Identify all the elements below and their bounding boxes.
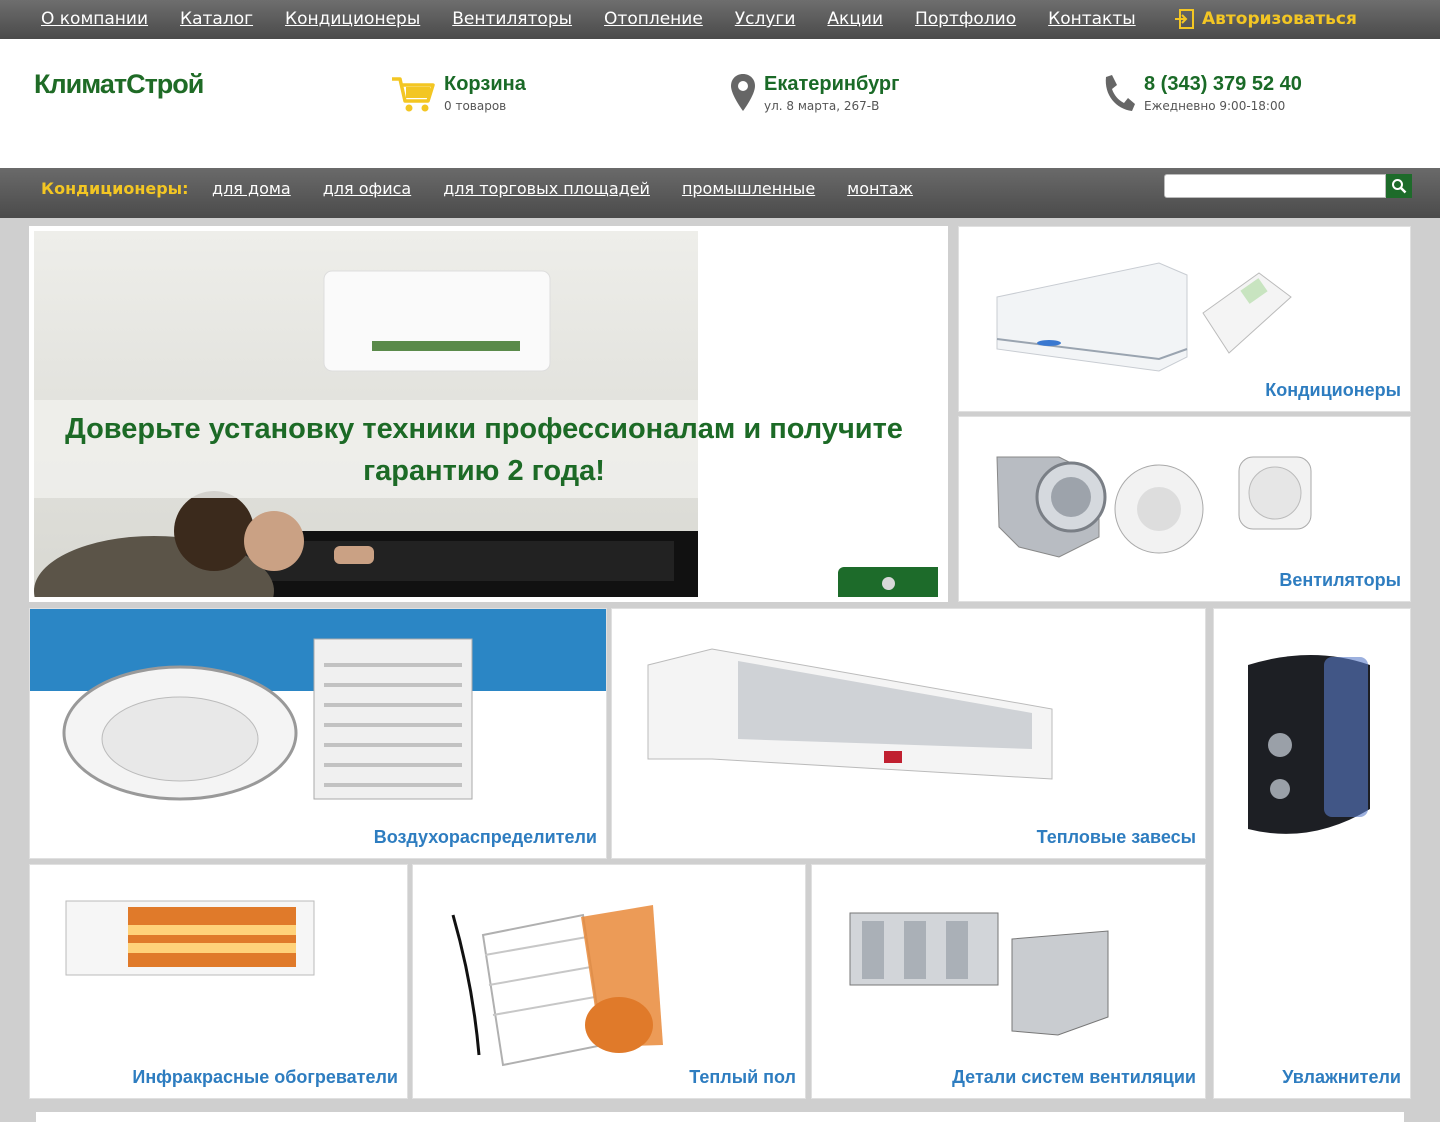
site-header: КлиматСтрой Корзина 0 товаров Екатеринбу… [0,39,1440,168]
address: ул. 8 марта, 267-В [764,99,880,113]
search-form [1164,174,1412,198]
working-hours: Ежедневно 9:00-18:00 [1144,99,1286,113]
top-bar: О компании Каталог Кондиционеры Вентилят… [0,0,1440,39]
top-nav: О компании Каталог Кондиционеры Вентилят… [41,9,1136,29]
topnav-heating[interactable]: Отопление [604,9,703,29]
tile-label-fans: Вентиляторы [1279,570,1401,590]
topnav-fans[interactable]: Вентиляторы [452,9,572,29]
search-button[interactable] [1386,174,1412,198]
cart-title: Корзина [444,73,526,95]
search-icon [1392,179,1407,194]
slider-pagination [838,567,938,597]
tile-infrared-heaters[interactable]: Инфракрасные обогреватели [29,864,408,1099]
tile-conditioners[interactable]: Кондиционеры [958,226,1411,412]
infrared-heater-image [65,900,315,976]
city-name: Екатеринбург [764,73,900,95]
promo-slider[interactable]: Доверьте установку техники профессионала… [29,226,948,602]
location-block: Екатеринбург ул. 8 марта, 267-В [730,73,899,113]
tile-label-heat-curtains: Тепловые завесы [1036,827,1196,847]
tile-label-warm-floor: Теплый пол [689,1067,796,1087]
topnav-about[interactable]: О компании [41,9,148,29]
tile-label-humidifiers: Увлажнители [1282,1067,1401,1087]
humidifier-image [1248,655,1370,834]
topnav-portfolio[interactable]: Портфолио [915,9,1016,29]
login-label: Авторизоваться [1202,9,1357,29]
slider-dot[interactable] [882,577,895,590]
phone-number[interactable]: 8 (343) 379 52 40 [1144,73,1302,96]
topnav-catalog[interactable]: Каталог [180,9,253,29]
cart-icon [392,77,435,112]
logo[interactable]: КлиматСтрой [34,69,204,100]
bottom-strip [36,1112,1404,1122]
heat-curtain-image [647,648,1053,780]
subnav-links: для дома для офиса для торговых площадей… [212,179,913,198]
search-input[interactable] [1164,174,1386,198]
phone-block: 8 (343) 379 52 40 Ежедневно 9:00-18:00 [1100,73,1302,113]
tile-label-ventilation-parts: Детали систем вентиляции [952,1067,1196,1087]
ventilation-parts-image [849,912,1109,1036]
tile-label-infrared-heaters: Инфракрасные обогреватели [132,1067,398,1087]
phone-icon [1105,75,1135,111]
tile-heat-curtains[interactable]: Тепловые завесы [611,608,1206,859]
cart-count: 0 товаров [444,99,507,113]
subnav-home[interactable]: для дома [212,179,291,198]
air-distributors-image [30,609,606,801]
topnav-conditioners[interactable]: Кондиционеры [285,9,420,29]
subnav-industrial[interactable]: промышленные [682,179,815,198]
tile-label-conditioners: Кондиционеры [1265,380,1401,400]
login-icon [1175,9,1194,29]
topnav-contacts[interactable]: Контакты [1048,9,1136,29]
tile-warm-floor[interactable]: Теплый пол [412,864,806,1099]
login-link[interactable]: Авторизоваться [1174,8,1357,30]
slide-caption: Доверьте установку техники профессионала… [65,413,903,487]
location-pin-icon [731,74,755,111]
topnav-services[interactable]: Услуги [735,9,796,29]
warm-floor-image [451,905,663,1067]
tile-air-distributors[interactable]: Воздухораспределители [29,608,607,859]
tile-label-air-distributors: Воздухораспределители [373,827,597,847]
tile-ventilation-parts[interactable]: Детали систем вентиляции [811,864,1206,1099]
subnav-lead: Кондиционеры: [41,179,189,198]
tile-fans[interactable]: Вентиляторы [958,416,1411,602]
subnav-installation[interactable]: монтаж [847,179,913,198]
cart-block[interactable]: Корзина 0 товаров [390,73,526,113]
subnav-retail[interactable]: для торговых площадей [443,179,650,198]
tile-humidifiers[interactable]: Увлажнители [1213,608,1411,1099]
topnav-promotions[interactable]: Акции [827,9,883,29]
subnav-office[interactable]: для офиса [323,179,411,198]
logo-text: КлиматСтрой [34,69,204,99]
